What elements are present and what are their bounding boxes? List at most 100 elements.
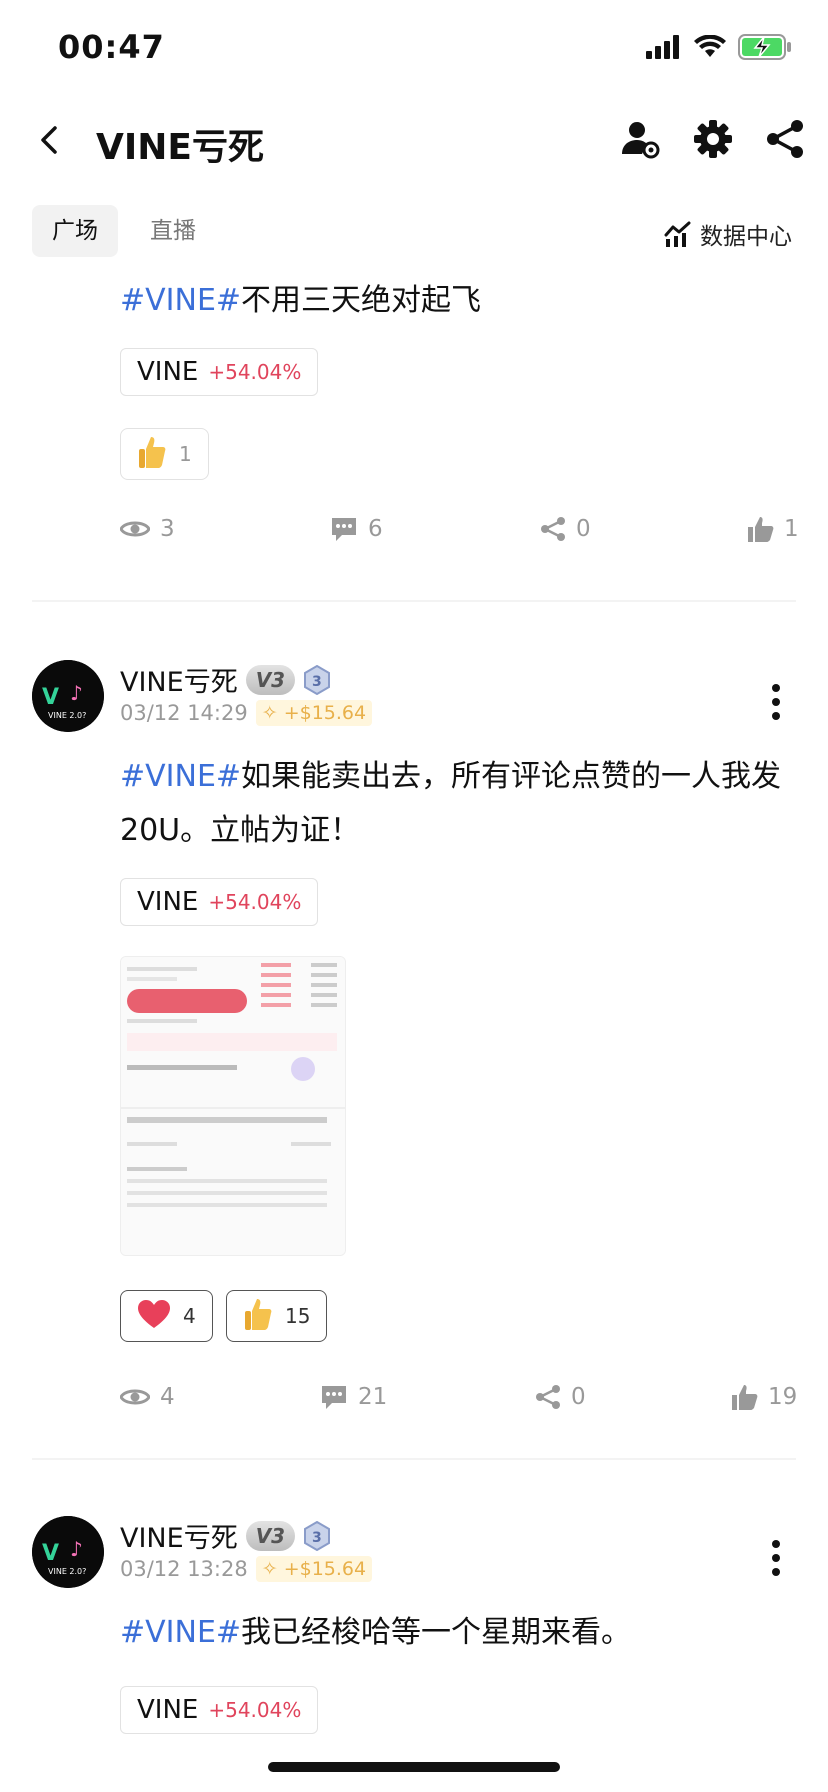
reaction-thumbs-up[interactable]: 15 [226,1290,328,1342]
coin-name: VINE [137,357,199,387]
chart-icon [664,221,691,247]
coin-hand-icon: ✧ [261,1558,278,1580]
data-center-label: 数据中心 [700,224,792,250]
eye-icon [120,1389,150,1405]
status-time: 00:47 [58,28,165,66]
author-row: VINE亏死 V3 3 [120,1516,331,1555]
reaction-count: 4 [183,1304,196,1328]
battery-charging-icon [738,34,791,60]
likes-count: 1 [784,516,799,542]
coin-change: +54.04% [208,360,302,384]
share-icon [536,1385,560,1409]
header-actions [620,118,806,160]
user-settings-icon[interactable] [620,118,662,160]
reaction-count: 1 [179,442,192,466]
profit-value: +$15.64 [283,1558,367,1580]
vip-badge: V3 [245,1520,296,1551]
svg-text:V: V [42,1541,59,1566]
thumbs-up-icon [748,517,774,542]
thumbs-up-emoji-icon [137,435,167,473]
post-content: #VINE#我已经梭哈等一个星期来看。 [120,1606,800,1660]
profit-value: +$15.64 [283,702,367,724]
heart-emoji-icon [137,1299,171,1333]
header: VINE亏死 [0,100,828,180]
hashtag-link[interactable]: #VINE# [120,1615,241,1650]
comments-count: 21 [358,1384,388,1410]
shares-count: 0 [576,516,591,542]
vip-badge: V3 [245,664,296,695]
likes-stat[interactable]: 1 [748,516,799,542]
shares-stat[interactable]: 0 [535,1384,586,1410]
svg-text:♪: ♪ [70,681,83,705]
svg-text:VINE 2.0?: VINE 2.0? [48,711,86,720]
post-content: #VINE#如果能卖出去，所有评论点赞的一人我发20U。立帖为证！ [120,750,800,858]
hashtag-link[interactable]: #VINE# [120,759,241,794]
divider [32,600,796,602]
tab-square[interactable]: 广场 [32,205,118,257]
status-bar: 00:47 [0,0,828,100]
coin-tag[interactable]: VINE +54.04% [120,878,319,926]
home-indicator[interactable] [268,1762,560,1772]
data-center-link[interactable]: 数据中心 [664,217,792,251]
comments-stat[interactable]: 21 [320,1384,387,1410]
status-icons [646,34,792,60]
thumbs-up-icon [732,1385,758,1410]
avatar[interactable]: V ♪ VINE 2.0? [32,660,104,732]
coin-tag[interactable]: VINE +54.04% [120,348,319,396]
more-options-icon[interactable] [770,1538,782,1578]
level-badge-icon: 3 [303,1520,331,1551]
meta-row: 03/12 14:29 ✧ +$15.64 [120,700,373,726]
post-content: #VINE#不用三天绝对起飞 [120,274,800,328]
author-row: VINE亏死 V3 3 [120,660,331,699]
tab-live[interactable]: 直播 [130,205,216,257]
comment-icon [332,518,356,541]
profit-badge: ✧ +$15.64 [255,700,373,726]
profit-badge: ✧ +$15.64 [255,1556,373,1582]
reaction-count: 15 [285,1304,311,1328]
wifi-icon [694,35,726,57]
eye-icon [120,521,150,537]
share-icon[interactable] [764,118,806,160]
thumbs-up-emoji-icon [243,1297,273,1335]
share-icon [541,517,565,541]
views-count: 4 [160,1384,175,1410]
author-name[interactable]: VINE亏死 [120,1516,238,1555]
coin-tag[interactable]: VINE +54.04% [120,1686,319,1734]
post-text: 不用三天绝对起飞 [241,283,482,318]
comment-icon [322,1386,346,1409]
views-stat: 4 [120,1384,175,1410]
likes-count: 19 [768,1384,798,1410]
avatar[interactable]: V ♪ VINE 2.0? [32,1516,104,1588]
gear-icon[interactable] [692,118,734,160]
signal-icon [646,35,679,59]
post-image-thumbnail[interactable] [120,956,346,1256]
post-time: 03/12 13:28 [120,1557,248,1581]
tab-bar: 广场 直播 数据中心 [0,205,828,257]
shares-count: 0 [571,1384,586,1410]
svg-text:VINE 2.0?: VINE 2.0? [48,1567,86,1576]
meta-row: 03/12 13:28 ✧ +$15.64 [120,1556,373,1582]
coin-change: +54.04% [208,890,302,914]
views-count: 3 [160,516,175,542]
page-title: VINE亏死 [96,127,264,168]
likes-stat[interactable]: 19 [732,1384,797,1410]
coin-hand-icon: ✧ [261,702,278,724]
post-time: 03/12 14:29 [120,701,248,725]
level-number: 3 [312,1530,322,1546]
reaction-heart[interactable]: 4 [120,1290,213,1342]
coin-name: VINE [137,887,199,917]
reaction-thumbs-up[interactable]: 1 [120,428,209,480]
author-name[interactable]: VINE亏死 [120,660,238,699]
shares-stat[interactable]: 0 [540,516,591,542]
post-stats: 3 6 0 1 [120,516,800,556]
hashtag-link[interactable]: #VINE# [120,283,241,318]
back-icon[interactable] [30,120,70,160]
coin-change: +54.04% [208,1698,302,1722]
comments-stat[interactable]: 6 [330,516,383,542]
coin-name: VINE [137,1695,199,1725]
level-number: 3 [312,674,322,690]
svg-text:V: V [42,685,59,710]
more-options-icon[interactable] [770,682,782,722]
post-stats: 4 21 0 19 [120,1384,800,1424]
svg-text:♪: ♪ [70,1537,83,1561]
